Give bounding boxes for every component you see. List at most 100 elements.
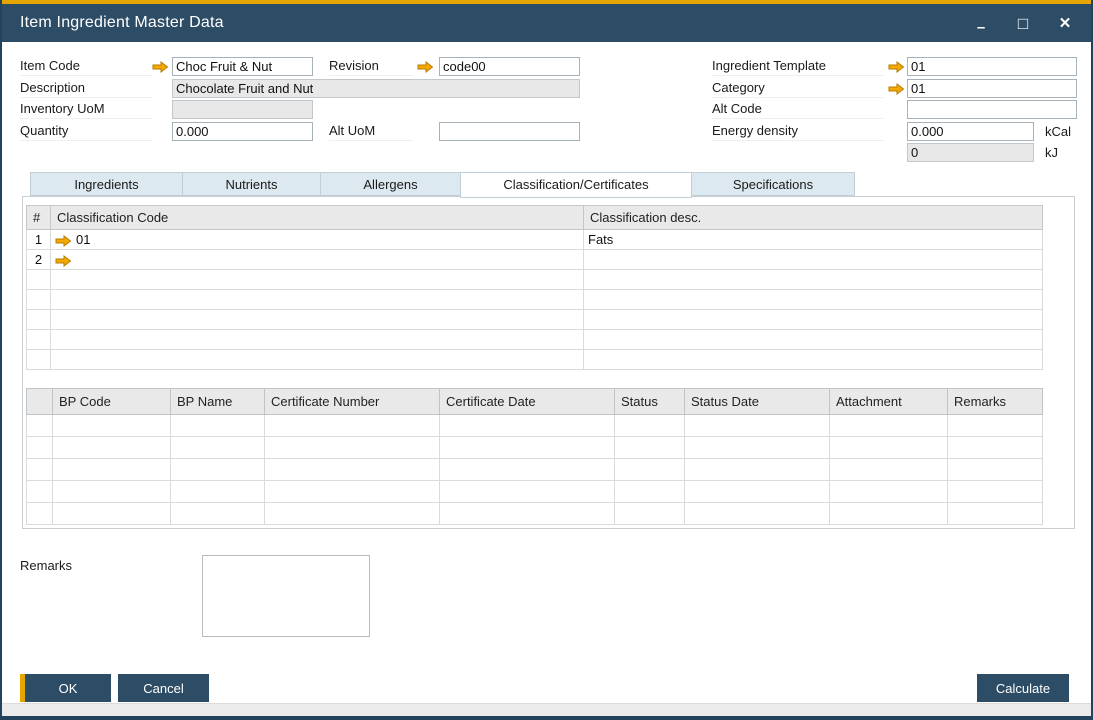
certificate-date-cell[interactable] (440, 415, 615, 437)
description-field (172, 79, 580, 98)
col-header-status-date: Status Date (685, 389, 830, 415)
col-header-classification-code: Classification Code (51, 206, 584, 230)
status-strip (2, 703, 1091, 716)
col-header-classification-desc: Classification desc. (584, 206, 1043, 230)
classification-code-cell[interactable] (51, 270, 584, 290)
certificate-number-cell[interactable] (265, 503, 440, 525)
classification-table: # Classification Code Classification des… (26, 205, 1043, 370)
bp-code-cell[interactable] (53, 459, 171, 481)
revision-label: Revision (329, 57, 413, 76)
remarks-textarea[interactable] (202, 555, 370, 637)
classification-code-cell[interactable] (51, 350, 584, 370)
item-code-input[interactable] (172, 57, 313, 76)
energy-density-input[interactable] (907, 122, 1034, 141)
ok-button[interactable]: OK (20, 674, 111, 702)
col-header-attachment: Attachment (830, 389, 948, 415)
col-header-rownum (27, 389, 53, 415)
energy-density-label: Energy density (712, 122, 884, 141)
link-arrow-icon[interactable] (417, 61, 433, 73)
certificate-date-cell[interactable] (440, 503, 615, 525)
quantity-input[interactable] (172, 122, 313, 141)
tab-strip: Ingredients Nutrients Allergens Classifi… (30, 172, 855, 197)
bp-code-cell[interactable] (53, 481, 171, 503)
calculate-button[interactable]: Calculate (977, 674, 1069, 702)
bp-code-cell[interactable] (53, 503, 171, 525)
status-date-cell[interactable] (685, 503, 830, 525)
status-cell[interactable] (615, 415, 685, 437)
link-arrow-icon[interactable] (888, 83, 904, 95)
category-input[interactable] (907, 79, 1077, 98)
revision-input[interactable] (439, 57, 580, 76)
table-row (27, 481, 1043, 503)
alt-code-label: Alt Code (712, 100, 884, 119)
maximize-icon[interactable]: □ (1015, 15, 1031, 32)
link-arrow-icon[interactable] (55, 255, 71, 267)
link-arrow-icon[interactable] (55, 235, 71, 247)
close-icon[interactable]: ✕ (1057, 16, 1073, 31)
kcal-unit-label: kCal (1045, 124, 1071, 139)
classification-code-cell[interactable] (51, 310, 584, 330)
inventory-uom-label: Inventory UoM (20, 100, 152, 119)
table-row (27, 350, 1043, 370)
col-header-bp-code: BP Code (53, 389, 171, 415)
col-header-num: # (27, 206, 51, 230)
bp-code-cell[interactable] (53, 437, 171, 459)
ingredient-template-input[interactable] (907, 57, 1077, 76)
certificate-number-cell[interactable] (265, 481, 440, 503)
bp-code-cell[interactable] (53, 415, 171, 437)
certificate-number-cell[interactable] (265, 437, 440, 459)
col-header-certificate-date: Certificate Date (440, 389, 615, 415)
remarks-cell[interactable] (948, 459, 1043, 481)
certificate-number-cell[interactable] (265, 459, 440, 481)
classification-desc-cell (584, 250, 1043, 270)
alt-uom-label: Alt UoM (329, 122, 413, 141)
classification-code-cell[interactable] (51, 250, 584, 270)
table-row (27, 270, 1043, 290)
app-window: Item Ingredient Master Data – □ ✕ Item C… (0, 0, 1093, 720)
table-row (27, 330, 1043, 350)
table-row: 1 01 Fats (27, 230, 1043, 250)
classification-code-cell[interactable] (51, 330, 584, 350)
status-date-cell[interactable] (685, 459, 830, 481)
classification-code-cell[interactable]: 01 (51, 230, 584, 250)
ingredient-template-label: Ingredient Template (712, 57, 884, 76)
tab-ingredients[interactable]: Ingredients (30, 172, 182, 196)
energy-kj-field (907, 143, 1034, 162)
tab-specifications[interactable]: Specifications (692, 172, 855, 196)
alt-uom-input[interactable] (439, 122, 580, 141)
tab-classification-certificates[interactable]: Classification/Certificates (460, 172, 692, 198)
status-date-cell[interactable] (685, 481, 830, 503)
status-date-cell[interactable] (685, 415, 830, 437)
remarks-cell[interactable] (948, 437, 1043, 459)
row-number: 1 (27, 230, 51, 250)
classification-code-cell[interactable] (51, 290, 584, 310)
certificate-date-cell[interactable] (440, 481, 615, 503)
tab-nutrients[interactable]: Nutrients (182, 172, 320, 196)
cancel-button[interactable]: Cancel (118, 674, 209, 702)
quantity-label: Quantity (20, 122, 152, 141)
link-arrow-icon[interactable] (888, 61, 904, 73)
certificate-date-cell[interactable] (440, 459, 615, 481)
window-controls: – □ ✕ (973, 15, 1073, 32)
remarks-cell[interactable] (948, 415, 1043, 437)
status-cell[interactable] (615, 437, 685, 459)
status-cell[interactable] (615, 459, 685, 481)
description-label: Description (20, 79, 152, 98)
link-arrow-icon[interactable] (152, 61, 168, 73)
alt-code-input[interactable] (907, 100, 1077, 119)
title-bar: Item Ingredient Master Data – □ ✕ (2, 4, 1091, 42)
table-row (27, 459, 1043, 481)
certificate-date-cell[interactable] (440, 437, 615, 459)
col-header-certificate-number: Certificate Number (265, 389, 440, 415)
remarks-cell[interactable] (948, 481, 1043, 503)
remarks-cell[interactable] (948, 503, 1043, 525)
minimize-icon[interactable]: – (973, 20, 989, 35)
status-cell[interactable] (615, 503, 685, 525)
status-cell[interactable] (615, 481, 685, 503)
tab-allergens[interactable]: Allergens (320, 172, 460, 196)
inventory-uom-field (172, 100, 313, 119)
kj-unit-label: kJ (1045, 145, 1058, 160)
certificate-number-cell[interactable] (265, 415, 440, 437)
status-date-cell[interactable] (685, 437, 830, 459)
table-row (27, 437, 1043, 459)
